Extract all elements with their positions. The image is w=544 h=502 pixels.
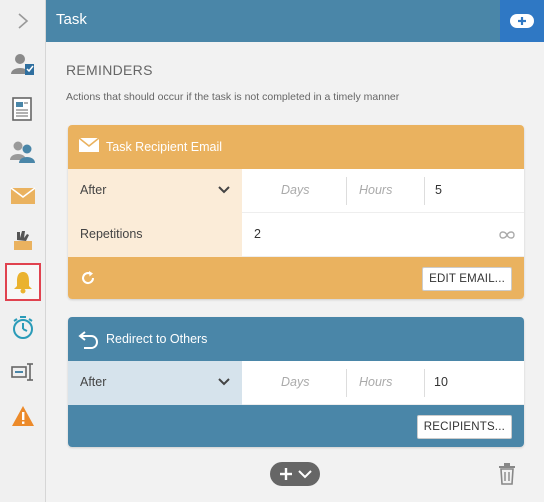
redirect-card-title: Redirect to Others	[106, 332, 208, 346]
redirect-minutes-input[interactable]: 10	[434, 375, 448, 389]
section-title: REMINDERS	[66, 62, 153, 78]
add-reminder-button[interactable]	[270, 462, 320, 486]
add-item-button[interactable]	[500, 0, 544, 42]
email-card-header: Task Recipient Email	[68, 125, 524, 169]
expand-rail-button[interactable]	[5, 2, 41, 40]
email-card-footer: EDIT EMAIL...	[68, 257, 524, 299]
form-icon	[12, 97, 32, 121]
envelope-icon	[10, 187, 36, 204]
repetitions-label-cell: Repetitions	[68, 213, 242, 257]
email-timing-row: After Days Hours 5	[68, 169, 524, 213]
envelope-icon	[78, 137, 100, 152]
recipients-button[interactable]: RECIPIENTS...	[416, 415, 512, 439]
rail-item-reminders[interactable]	[5, 263, 41, 301]
divider	[424, 177, 425, 205]
redirect-timing-row: After Days Hours 10	[68, 361, 524, 405]
email-days-input[interactable]: Days	[281, 183, 309, 197]
users-icon	[10, 141, 35, 163]
redirect-timing-select[interactable]: After	[68, 361, 242, 405]
redirect-reminder-card: Redirect to Others After Days Hours 10 R…	[68, 317, 524, 447]
email-hours-input[interactable]: Hours	[359, 183, 392, 197]
panel-title: Task	[56, 11, 87, 28]
panel-header: Task	[46, 0, 544, 42]
redirect-hours-input[interactable]: Hours	[359, 375, 392, 389]
repetitions-row: Repetitions 2	[68, 213, 524, 257]
email-reminder-card: Task Recipient Email After Days Hours 5 …	[68, 125, 524, 299]
repetitions-input[interactable]: 2	[254, 227, 261, 241]
rail-item-form[interactable]	[5, 90, 41, 128]
plus-icon	[280, 468, 292, 480]
redirect-card-header: Redirect to Others	[68, 317, 524, 361]
divider	[346, 177, 347, 205]
email-timing-value: After	[80, 183, 107, 197]
reminders-panel: REMINDERS Actions that should occur if t…	[46, 42, 544, 502]
undo-arrow-icon	[78, 331, 99, 349]
hand-icon	[14, 231, 32, 250]
divider	[346, 369, 347, 397]
repetitions-label: Repetitions	[80, 227, 143, 241]
rail-item-actions[interactable]	[5, 221, 41, 259]
user-task-icon	[11, 54, 34, 75]
chevron-down-icon	[298, 470, 312, 479]
email-timing-select[interactable]: After	[68, 169, 242, 213]
rail-item-errors[interactable]	[5, 397, 41, 435]
chevron-right-icon	[18, 13, 29, 29]
bell-icon	[14, 272, 32, 294]
email-card-title: Task Recipient Email	[106, 140, 223, 154]
rail-item-participants[interactable]	[5, 133, 41, 171]
email-minutes-input[interactable]: 5	[435, 183, 442, 197]
add-pill-icon	[510, 14, 534, 28]
redirect-days-input[interactable]: Days	[281, 375, 309, 389]
stopwatch-icon	[13, 316, 33, 339]
refresh-icon[interactable]	[80, 270, 96, 286]
chevron-down-icon	[218, 378, 230, 386]
trash-icon[interactable]	[498, 463, 516, 485]
rail-item-text[interactable]	[5, 353, 41, 391]
text-cursor-icon	[11, 363, 33, 381]
redirect-timing-value: After	[80, 375, 107, 389]
warning-icon	[12, 406, 34, 426]
infinity-icon[interactable]	[498, 230, 516, 240]
left-icon-rail	[0, 0, 46, 502]
chevron-down-icon	[218, 186, 230, 194]
rail-item-email[interactable]	[5, 177, 41, 215]
rail-item-assignee[interactable]	[5, 46, 41, 84]
section-description: Actions that should occur if the task is…	[66, 91, 400, 103]
rail-item-deadline[interactable]	[5, 309, 41, 347]
edit-email-button[interactable]: EDIT EMAIL...	[422, 267, 512, 291]
divider	[424, 369, 425, 397]
redirect-card-footer: RECIPIENTS...	[68, 405, 524, 447]
